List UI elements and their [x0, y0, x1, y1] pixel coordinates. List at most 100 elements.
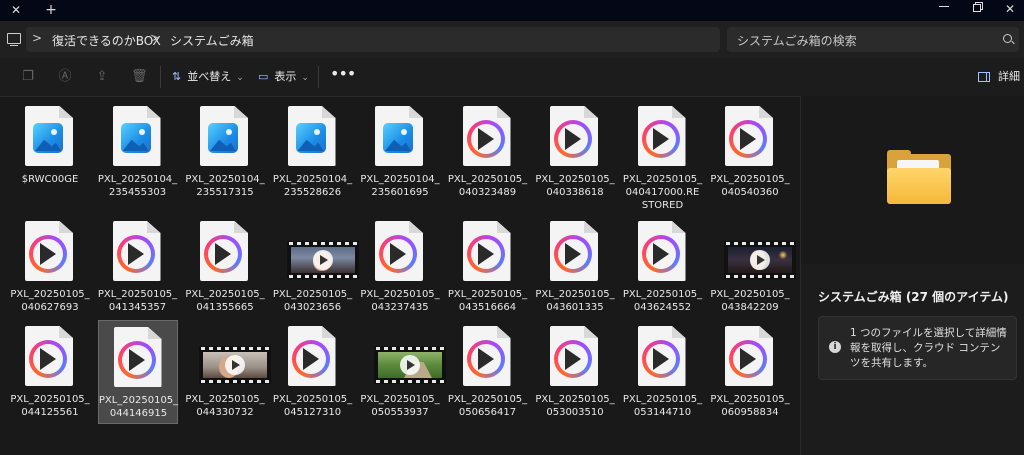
file-tile[interactable]: PXL_20250104_235601695: [360, 100, 440, 204]
copy-icon[interactable]: ❐: [20, 69, 36, 85]
file-tile[interactable]: PXL_20250105_043237435: [360, 215, 440, 319]
file-tile[interactable]: $RWC00GE: [10, 100, 90, 204]
file-name: PXL_20250105_045127310: [272, 394, 353, 418]
file-name: PXL_20250105_043237435: [360, 289, 440, 313]
file-tile[interactable]: PXL_20250104_235517315: [185, 100, 265, 204]
file-name: $RWC00GE: [21, 174, 79, 185]
command-bar: ❐ Ⓐ ⇪ 🗑 ⇅ 並べ替え ⌄ ▭ 表示 ⌄ ••• 詳細: [0, 58, 1024, 97]
video-file-icon: [725, 326, 775, 386]
file-name: PXL_20250105_053144710: [622, 394, 703, 418]
file-tile[interactable]: PXL_20250105_043601335: [535, 215, 615, 319]
file-tile[interactable]: PXL_20250105_043842209: [710, 215, 796, 319]
video-file-icon: [550, 326, 600, 386]
breadcrumb-separator-icon[interactable]: >: [150, 31, 160, 45]
image-file-icon: [287, 106, 338, 166]
file-tile[interactable]: PXL_20250105_060958834: [710, 320, 790, 424]
toolbar-divider: [160, 66, 161, 88]
restore-button[interactable]: [968, 0, 988, 18]
file-tile[interactable]: PXL_20250105_050553937: [360, 320, 446, 424]
file-tile[interactable]: PXL_20250105_050656417: [448, 320, 528, 424]
file-name: PXL_20250105_043023656: [272, 289, 353, 313]
share-icon[interactable]: ⇪: [94, 69, 110, 85]
image-file-icon: [112, 106, 163, 166]
info-text: 1 つのファイルを選択して詳細情報を取得し、クラウド コンテンツを共有します。: [850, 327, 1007, 369]
image-file-icon: [200, 106, 250, 166]
details-button[interactable]: 詳細: [978, 67, 1020, 87]
file-name: PXL_20250105_044330732: [185, 394, 265, 418]
details-label: 詳細: [998, 70, 1020, 83]
file-tile[interactable]: PXL_20250105_044330732: [185, 320, 271, 424]
file-tile[interactable]: PXL_20250105_040627693: [10, 215, 90, 319]
toolbar-divider: [318, 66, 319, 88]
file-tile[interactable]: PXL_20250105_040323489: [448, 100, 528, 204]
close-window-button[interactable]: ✕: [1000, 0, 1020, 18]
details-pane-icon: [978, 72, 990, 82]
breadcrumb-item[interactable]: 復活できるのかBOX: [52, 32, 161, 49]
file-name: PXL_20250105_053003510: [535, 394, 615, 418]
computer-icon[interactable]: [7, 33, 21, 46]
video-thumbnail: [374, 326, 446, 386]
more-options-button[interactable]: •••: [330, 66, 356, 84]
video-file-icon: [112, 221, 163, 281]
file-tile[interactable]: PXL_20250105_040417000.RESTORED: [623, 100, 703, 211]
details-title: システムごみ箱 (27 個のアイテム): [818, 290, 1009, 304]
play-icon: [400, 355, 420, 375]
minimize-button[interactable]: [934, 0, 954, 18]
video-thumbnail: [286, 221, 359, 281]
file-tile[interactable]: PXL_20250104_235528626: [273, 100, 353, 204]
file-tile[interactable]: PXL_20250105_043516664: [448, 215, 528, 319]
file-tile[interactable]: PXL_20250104_235455303: [98, 100, 178, 204]
file-tile[interactable]: PXL_20250105_040540360: [710, 100, 790, 204]
video-file-icon: [113, 327, 164, 387]
play-icon: [312, 250, 333, 270]
file-name: PXL_20250105_050656417: [447, 394, 528, 418]
file-name: PXL_20250104_235517315: [185, 174, 265, 198]
file-name: PXL_20250105_041355665: [185, 289, 265, 313]
file-name: PXL_20250104_235455303: [97, 174, 178, 198]
file-name: PXL_20250105_044125561: [10, 394, 90, 418]
file-tile[interactable]: PXL_20250105_053144710: [623, 320, 703, 424]
folder-icon: [887, 150, 951, 204]
play-icon: [225, 355, 245, 375]
rename-icon[interactable]: Ⓐ: [57, 69, 73, 85]
file-tile[interactable]: PXL_20250105_044125561: [10, 320, 90, 424]
file-name: PXL_20250105_043516664: [447, 289, 528, 313]
sort-button[interactable]: ⇅ 並べ替え ⌄: [172, 67, 244, 87]
search-icon[interactable]: [1003, 34, 1012, 43]
info-icon: i: [829, 341, 841, 353]
video-file-icon: [462, 106, 513, 166]
breadcrumb-separator-icon[interactable]: >: [32, 31, 42, 45]
video-file-icon: [637, 221, 688, 281]
video-file-icon: [375, 221, 425, 281]
file-tile[interactable]: PXL_20250105_045127310: [273, 320, 353, 424]
sort-icon: ⇅: [172, 70, 182, 83]
video-thumbnail: [199, 326, 271, 386]
view-button[interactable]: ▭ 表示 ⌄: [258, 67, 309, 87]
video-file-icon: [637, 326, 688, 386]
address-bar[interactable]: > 復活できるのかBOX > システムごみ箱: [26, 27, 720, 52]
delete-icon[interactable]: 🗑: [131, 69, 148, 85]
video-file-icon: [725, 106, 775, 166]
close-tab-button[interactable]: ✕: [6, 1, 26, 19]
file-tile[interactable]: PXL_20250105_040338618: [535, 100, 615, 204]
file-name: PXL_20250105_043842209: [710, 289, 790, 313]
video-file-icon: [550, 221, 600, 281]
file-tile[interactable]: PXL_20250105_043023656: [272, 215, 359, 319]
file-tile[interactable]: PXL_20250105_043624552: [623, 215, 703, 319]
image-file-icon: [25, 106, 75, 166]
video-file-icon: [200, 221, 250, 281]
file-tile[interactable]: PXL_20250105_041345357: [98, 215, 178, 319]
file-name: PXL_20250104_235528626: [272, 174, 353, 198]
file-grid: $RWC00GE PXL_20250104_235455303 PXL_202501…: [10, 100, 796, 455]
new-tab-button[interactable]: +: [42, 1, 60, 19]
file-name: PXL_20250105_050553937: [360, 394, 440, 418]
file-name: PXL_20250105_040323489: [447, 174, 528, 198]
file-tile[interactable]: PXL_20250105_041355665: [185, 215, 265, 319]
chevron-down-icon: ⌄: [236, 73, 244, 83]
video-file-icon: [550, 106, 600, 166]
breadcrumb-item[interactable]: システムごみ箱: [170, 32, 254, 49]
title-bar: ✕ + ✕: [0, 0, 1024, 21]
file-tile[interactable]: PXL_20250105_053003510: [535, 320, 615, 424]
file-tile[interactable]: PXL_20250105_044146915: [97, 320, 178, 424]
search-input[interactable]: システムごみ箱の検索: [727, 27, 1019, 52]
